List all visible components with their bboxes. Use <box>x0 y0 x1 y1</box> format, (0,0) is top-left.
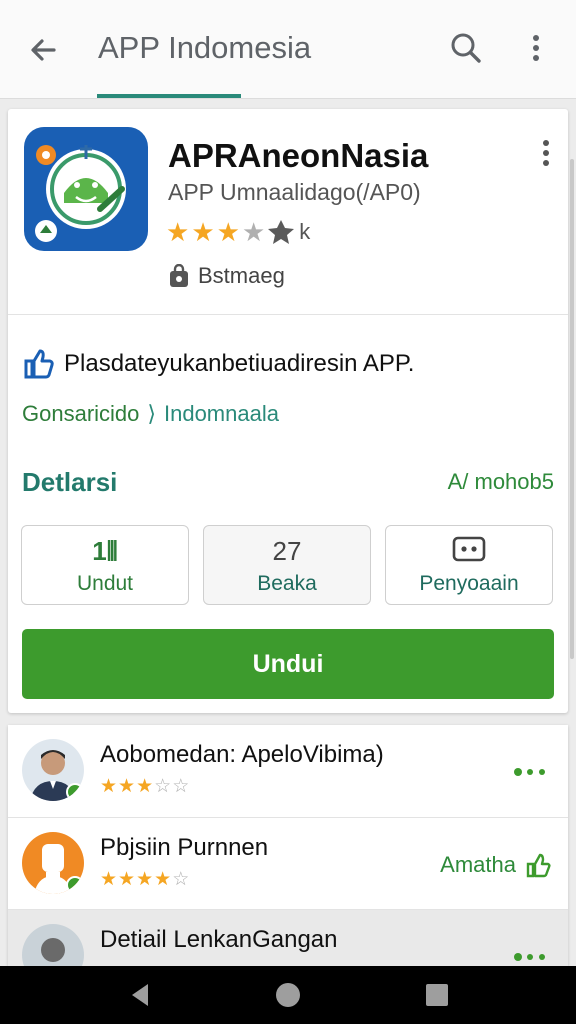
star-icon: ★ <box>241 217 266 247</box>
nav-home-icon[interactable] <box>273 980 303 1010</box>
age-rating-icon: 27 <box>272 536 302 566</box>
description-text: Plasdateyukanbetiuadiresin APP. <box>64 350 415 377</box>
download-action-button[interactable]: 1⫴ Undut <box>21 525 189 605</box>
more-dots-icon[interactable] <box>512 948 550 966</box>
developer-name: Bstmaeg <box>198 263 285 288</box>
app-card: APRAneonNasia APP Umnaalidago(/AP0) ★ ★ … <box>8 109 568 713</box>
description-row: Plasdateyukanbetiuadiresin APP. <box>22 347 414 381</box>
star-icon: ☆ <box>172 776 190 797</box>
chat-action-button[interactable]: Penyoaain <box>385 525 553 605</box>
nav-recents-icon[interactable] <box>422 980 452 1010</box>
list-item[interactable]: Aobomedan: ApeloVibima) ★ ★ ★ ☆ ☆ <box>8 725 568 817</box>
chevron-right-icon: ⟩ <box>147 401 156 426</box>
details-more-link[interactable]: A/ mohob5 <box>448 469 554 495</box>
star-icon: ★ <box>191 217 215 247</box>
breadcrumb-subcategory[interactable]: Indomnaala <box>164 401 279 427</box>
review-rating: ★ ★ ★ ☆ ☆ <box>100 777 190 797</box>
verified-badge-icon <box>66 876 84 894</box>
reviewer-name: Detiail LenkanGangan <box>100 926 338 953</box>
star-icon: ★ <box>100 776 118 797</box>
more-vert-icon[interactable] <box>516 28 556 68</box>
shopping-bag-icon <box>170 264 188 287</box>
avatar <box>22 832 84 894</box>
avatar <box>22 739 84 801</box>
review-aside-label: Amatha <box>440 852 516 877</box>
search-icon[interactable] <box>446 28 486 68</box>
app-bar: APP Indomesia <box>0 0 576 99</box>
action-label: Penyoaain <box>419 572 519 595</box>
rating-label: k <box>299 219 311 244</box>
card-more-icon[interactable] <box>532 137 560 169</box>
category-breadcrumb[interactable]: Gonsaricido ⟩ Indomnaala <box>22 401 279 427</box>
star-icon: ☆ <box>172 869 190 890</box>
action-label: Undut <box>76 572 134 595</box>
page-title: APP Indomesia <box>98 30 312 65</box>
tab-indicator <box>97 94 241 98</box>
chat-icon <box>452 536 486 562</box>
star-icon: ★ <box>118 869 136 890</box>
star-icon: ★ <box>154 869 172 890</box>
app-subtitle: APP Umnaalidago(/AP0) <box>168 179 421 205</box>
app-name: APRAneonNasia <box>168 137 429 174</box>
reviewer-name: Pbjsiin Purnnen <box>100 834 269 861</box>
action-buttons: 1⫴ Undut 27 Beaka Penyoaain <box>21 525 555 607</box>
breadcrumb-category[interactable]: Gonsaricido <box>22 401 139 427</box>
list-item[interactable]: Pbjsiin Purnnen ★ ★ ★ ★ ☆ Amatha <box>8 817 568 910</box>
star-icon: ★ <box>136 869 154 890</box>
helpful-icon <box>526 853 551 878</box>
avatar <box>22 924 84 966</box>
download-icon: 1⫴ <box>92 536 118 566</box>
star-icon: ☆ <box>154 776 172 797</box>
half-star-icon <box>268 220 295 244</box>
app-logo-icon[interactable] <box>24 127 148 251</box>
reviewer-name: Aobomedan: ApeloVibima) <box>100 741 384 768</box>
action-label: Beaka <box>257 572 317 595</box>
list-item[interactable]: Detiail LenkanGangan <box>8 909 568 966</box>
review-rating: ★ ★ ★ ★ ☆ <box>100 870 190 890</box>
review-aside[interactable]: Amatha <box>440 852 552 878</box>
scroll-content[interactable]: APRAneonNasia APP Umnaalidago(/AP0) ★ ★ … <box>0 99 576 966</box>
star-icon: ★ <box>100 869 118 890</box>
install-button[interactable]: Undui <box>22 629 554 699</box>
developer-row[interactable]: Bstmaeg <box>168 261 285 291</box>
details-heading: Detlarsi <box>22 467 118 497</box>
star-icon: ★ <box>216 217 240 247</box>
nav-back-icon[interactable] <box>126 980 156 1010</box>
age-rating-action-button[interactable]: 27 Beaka <box>203 525 371 605</box>
app-rating: ★ ★ ★ ★ k <box>166 217 310 247</box>
system-nav-bar <box>0 966 576 1024</box>
star-icon: ★ <box>136 776 154 797</box>
star-icon: ★ <box>166 217 190 247</box>
divider <box>8 314 568 315</box>
verified-badge-icon <box>66 783 84 801</box>
scrollbar[interactable] <box>570 159 574 659</box>
star-icon: ★ <box>118 776 136 797</box>
more-dots-icon[interactable] <box>512 763 550 781</box>
back-arrow-icon[interactable] <box>24 30 64 70</box>
review-list: Aobomedan: ApeloVibima) ★ ★ ★ ☆ ☆ Pbjsii… <box>8 725 568 966</box>
thumbs-up-icon <box>24 349 54 379</box>
